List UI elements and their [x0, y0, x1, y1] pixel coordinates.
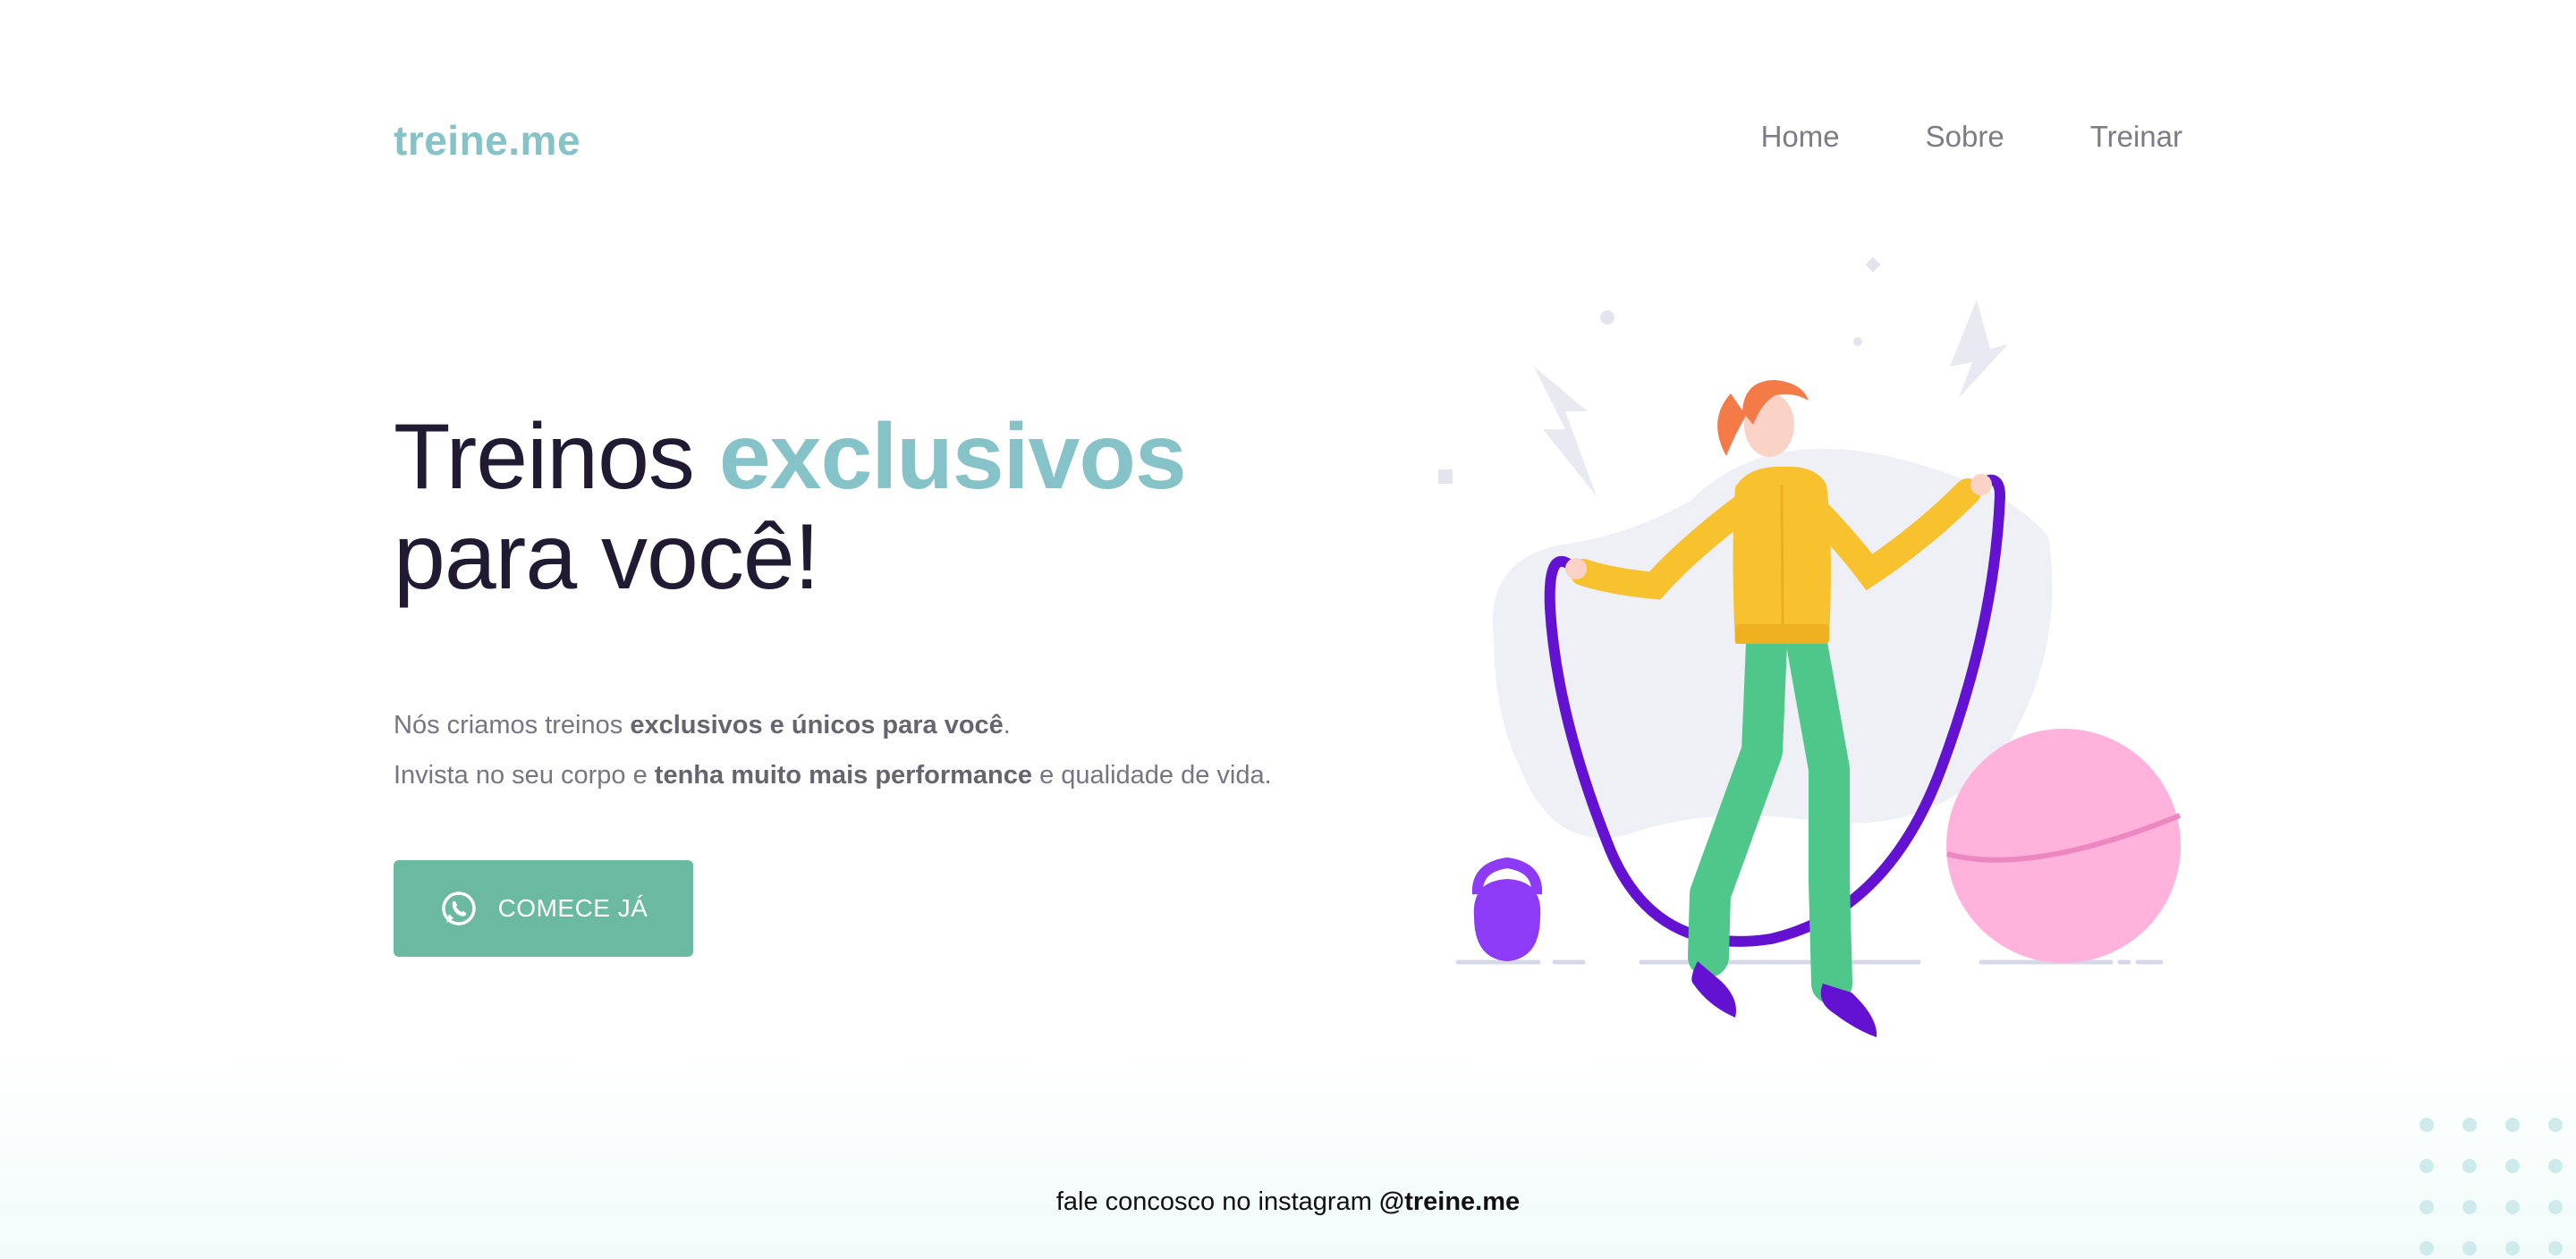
grid-dot	[2548, 1200, 2563, 1214]
hero-title-part1: Treinos	[394, 405, 719, 509]
grid-dot	[2505, 1159, 2520, 1173]
hero-description: Nós criamos treinos exclusivos e únicos …	[394, 700, 1395, 800]
right-leg	[1786, 623, 1852, 1004]
grid-dot	[2548, 1118, 2563, 1132]
grid-dot	[2419, 1118, 2434, 1132]
grid-dot	[2462, 1241, 2477, 1255]
grid-dot	[2419, 1159, 2434, 1173]
grid-dot	[2462, 1200, 2477, 1214]
grid-dot	[2419, 1200, 2434, 1214]
hero-title-line2: para você!	[394, 505, 820, 609]
hoodie-zipper	[1780, 484, 1784, 625]
desc-line2-bold: tenha muito mais performance	[654, 761, 1033, 790]
ponytail	[1717, 393, 1746, 456]
grid-dot	[2548, 1159, 2563, 1173]
desc-line1-text: Nós criamos treinos	[394, 711, 631, 739]
left-hand	[1565, 558, 1587, 579]
fitness-ball-icon	[1946, 729, 2182, 963]
desc-line1-bold: exclusivos e únicos para você	[630, 711, 1004, 739]
grid-dot	[2505, 1118, 2520, 1132]
navbar: treine.me Home Sobre Treinar	[394, 107, 2182, 172]
whatsapp-icon	[441, 891, 476, 925]
lightning-right-icon	[1950, 300, 2008, 398]
hero-title: Treinos exclusivos para você!	[394, 407, 1395, 607]
grid-dot	[2505, 1200, 2520, 1214]
comece-ja-label: COMECE JÁ	[497, 894, 648, 922]
desc-line1-end: .	[1003, 711, 1011, 739]
nav-links: Home Sobre Treinar	[1761, 120, 2182, 154]
footer-instagram-note: fale concosco no instagram @treine.me	[0, 1187, 2576, 1217]
desc-line2-text: Invista no seu corpo e	[394, 761, 655, 790]
hero-title-accent: exclusivos	[718, 405, 1187, 509]
desc-line2-end: e qualidade de vida.	[1032, 761, 1272, 790]
grid-dot	[2419, 1241, 2434, 1255]
footer-text: fale concosco no instagram	[1055, 1187, 1379, 1216]
sparkle-dot	[1600, 310, 1614, 325]
instagram-handle-link[interactable]: @treine.me	[1379, 1187, 1520, 1216]
nav-treinar-link[interactable]: Treinar	[2090, 120, 2182, 154]
comece-ja-button[interactable]: COMECE JÁ	[394, 860, 693, 957]
hero-section: Treinos exclusivos para você! Nós criamo…	[394, 407, 1395, 800]
lightning-left-icon	[1534, 367, 1597, 496]
woman-jumping-rope-illustration	[1438, 257, 2182, 1037]
right-hand	[1970, 474, 1992, 495]
nav-sobre-link[interactable]: Sobre	[1926, 120, 2004, 154]
grid-dot	[2548, 1241, 2563, 1255]
hero-desc-line2: Invista no seu corpo e tenha muito mais …	[394, 750, 1395, 800]
grid-dot	[2462, 1159, 2477, 1173]
sparkle-square	[1865, 257, 1881, 273]
logo[interactable]: treine.me	[394, 116, 580, 165]
sparkle-dot	[1853, 337, 1862, 346]
nav-home-link[interactable]: Home	[1761, 120, 1840, 154]
grid-dot	[2462, 1118, 2477, 1132]
hoodie-waistband	[1735, 624, 1829, 644]
kettlebell-icon	[1471, 857, 1543, 961]
hero-desc-line1: Nós criamos treinos exclusivos e únicos …	[394, 700, 1395, 750]
decorative-dot-grid	[2419, 1118, 2563, 1255]
grid-dot	[2505, 1241, 2520, 1255]
sparkle-square	[1438, 469, 1453, 484]
